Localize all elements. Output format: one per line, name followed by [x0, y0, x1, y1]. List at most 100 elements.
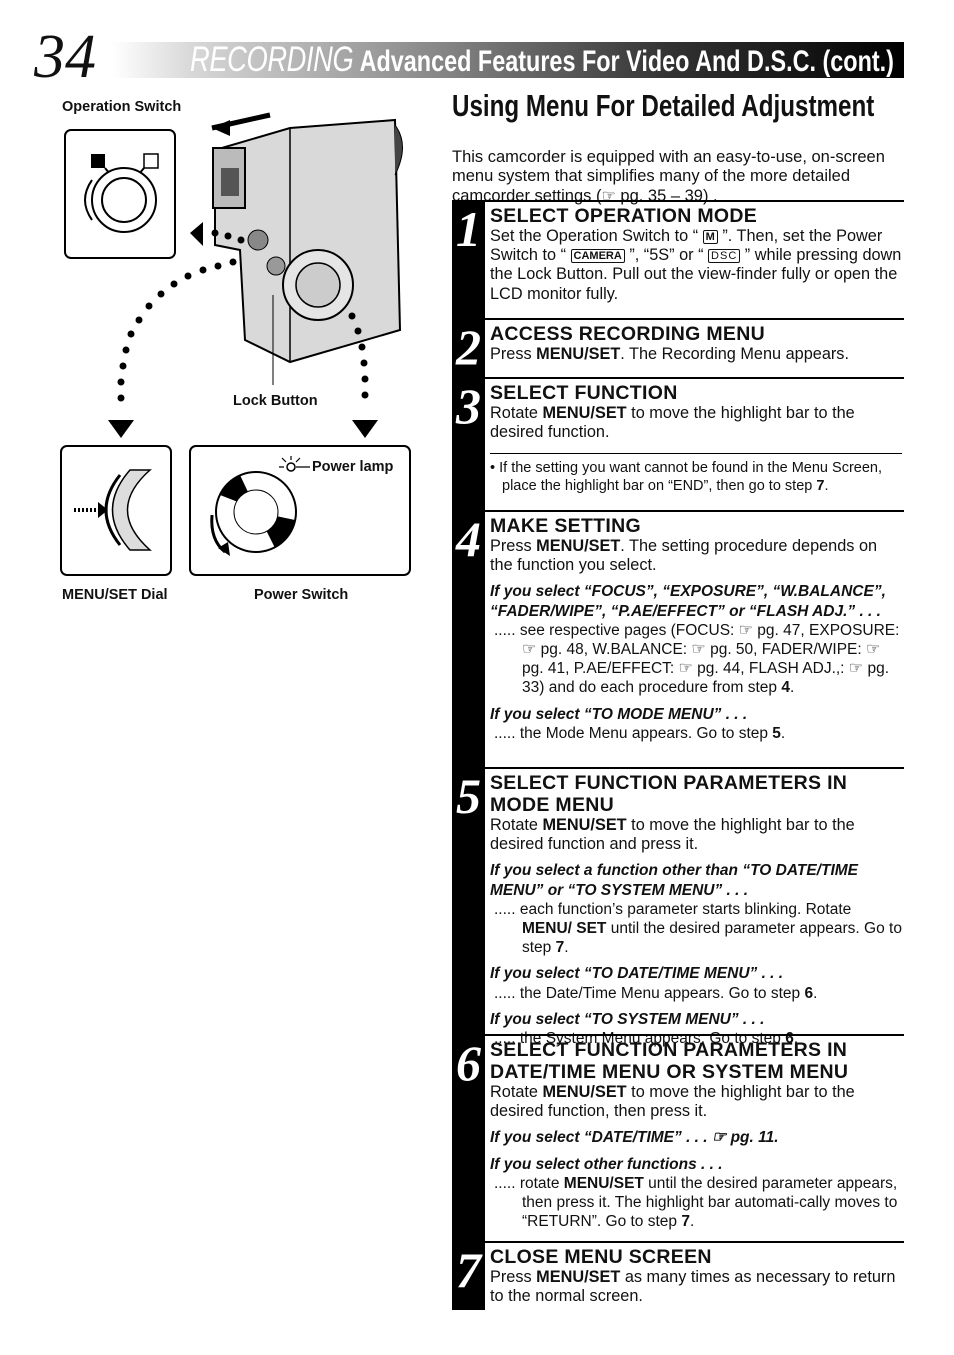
bold-text: MENU/SET	[536, 537, 621, 555]
operation-switch-label: Operation Switch	[62, 99, 182, 115]
note: • If the setting you want cannot be foun…	[490, 453, 902, 495]
step-divider	[485, 510, 904, 512]
text-segment: ..... rotate	[494, 1174, 564, 1192]
step-number: 2	[456, 319, 481, 375]
step-divider	[485, 318, 904, 320]
text-segment: ..... the Mode Menu appears. Go to step	[494, 724, 773, 742]
step-divider	[485, 767, 904, 769]
condition-heading: If you select “TO DATE/TIME MENU” . . .	[490, 964, 902, 983]
step-body: Set the Operation Switch to “ M ”. Then,…	[490, 227, 902, 304]
hand-pointer-icon: ☞	[848, 660, 864, 678]
bold-text: MENU/SET	[542, 1083, 627, 1101]
text-segment: pg. 50, FADER/WIPE:	[705, 641, 866, 659]
text-segment: If you select “TO MODE MENU” . . .	[490, 705, 748, 723]
text-segment: If you select “DATE/TIME” . . .	[490, 1129, 712, 1147]
bold-text: 5	[772, 724, 781, 742]
text-segment: Set the Operation Switch to “	[490, 227, 703, 245]
section-title: Using Menu For Detailed Adjustment	[452, 88, 875, 123]
hand-pointer-icon: ☞	[711, 1129, 727, 1147]
intro-paragraph: This camcorder is equipped with an easy-…	[452, 148, 892, 207]
condition-heading: If you select other functions . . .	[490, 1155, 902, 1174]
step-divider	[485, 377, 904, 379]
hand-pointer-icon: ☞	[866, 641, 881, 659]
text-segment: If you select “TO SYSTEM MENU” . . .	[490, 1010, 765, 1028]
menu-set-dial-label: MENU/SET Dial	[62, 587, 168, 603]
hand-pointer-icon: ☞	[691, 641, 706, 659]
hand-pointer-icon: ☞	[522, 641, 537, 659]
text-segment: .	[564, 939, 569, 957]
text-segment: .	[689, 1213, 695, 1231]
lock-button-label: Lock Button	[233, 393, 318, 409]
dsc-mode-icon: DSC	[708, 249, 741, 264]
step-heading: ACCESS RECORDING MENU	[490, 323, 765, 345]
text-segment: Rotate	[490, 404, 543, 422]
step-content: MAKE SETTING Press MENU/SET. The setting …	[490, 515, 902, 743]
text-segment: ..... the Date/Time Menu appears. Go to …	[494, 984, 805, 1002]
bold-text: MENU/SET	[542, 816, 627, 834]
step-body: Rotate MENU/SET to move the highlight ba…	[490, 816, 902, 854]
condition-heading: If you select “TO MODE MENU” . . .	[490, 705, 902, 724]
bold-text: MENU/ SET	[522, 920, 607, 938]
text-segment: Press	[490, 345, 537, 363]
condition-result: ..... rotate MENU/SET until the desired …	[490, 1174, 902, 1232]
step-heading: SELECT FUNCTION PARAMETERS IN MODE MENU	[490, 772, 848, 816]
hand-pointer-icon: ☞	[738, 621, 753, 639]
text-segment: pg. 11.	[726, 1129, 779, 1147]
step-body: Press MENU/SET. The Recording Menu appea…	[490, 345, 902, 364]
step-number: 3	[456, 378, 481, 434]
text-segment: If you select a function other than “TO …	[490, 862, 859, 899]
text-segment: If you select other functions . . .	[490, 1155, 723, 1173]
hand-pointer-icon: ☞	[678, 660, 693, 678]
step-divider	[485, 200, 904, 202]
text-segment: pg. 44, FLASH ADJ.,:	[692, 660, 849, 678]
bold-text: MENU/SET	[536, 1268, 621, 1286]
condition-heading: If you select “FOCUS”, “EXPOSURE”, “W.BA…	[490, 582, 902, 620]
step-content: SELECT FUNCTION PARAMETERS IN MODE MENU R…	[490, 772, 902, 1048]
condition-result: ..... each function’s parameter starts b…	[490, 900, 902, 958]
text-segment: pg. 48, W.BALANCE:	[536, 641, 692, 659]
step-content: ACCESS RECORDING MENU Press MENU/SET. The…	[490, 323, 902, 364]
text-segment: Rotate	[490, 1083, 543, 1101]
step-divider	[485, 1034, 904, 1036]
condition-heading: If you select a function other than “TO …	[490, 861, 902, 899]
step-body: Rotate MENU/SET to move the highlight ba…	[490, 404, 902, 442]
power-lamp-label: Power lamp	[312, 459, 394, 475]
camera-mode-icon: CAMERA	[570, 249, 625, 264]
text-segment: .	[824, 478, 829, 495]
step-number: 1	[456, 201, 481, 257]
step-number: 7	[456, 1242, 481, 1298]
text-segment: If you select “FOCUS”, “EXPOSURE”, “W.BA…	[490, 583, 886, 620]
step-content: SELECT FUNCTION PARAMETERS IN DATE/TIME …	[490, 1039, 902, 1231]
step-body: Press MENU/SET. The setting procedure de…	[490, 537, 902, 575]
bold-text: 4	[781, 679, 790, 697]
camcorder-drawing	[211, 112, 403, 385]
step-content: SELECT FUNCTION Rotate MENU/SET to move t…	[490, 382, 902, 495]
text-segment: .	[813, 984, 818, 1002]
text-segment: .	[789, 679, 795, 697]
step-body: Rotate MENU/SET to move the highlight ba…	[490, 1083, 902, 1121]
step-number: 5	[456, 768, 481, 824]
condition-result: ..... the Date/Time Menu appears. Go to …	[490, 984, 902, 1003]
step-heading: SELECT FUNCTION	[490, 382, 678, 404]
step-number: 6	[456, 1035, 481, 1091]
bold-text: 7	[555, 939, 565, 957]
text-segment: pg. 41, P.AE/EFFECT:	[522, 660, 679, 678]
manual-mode-icon: M	[702, 230, 718, 244]
step-divider	[485, 1241, 904, 1243]
text-segment: Rotate	[490, 816, 543, 834]
condition-result: ..... see respective pages (FOCUS: ☞ pg.…	[490, 621, 902, 698]
bold-text: MENU/SET	[536, 345, 621, 363]
condition-result: ..... the Mode Menu appears. Go to step …	[490, 724, 902, 743]
bold-text: MENU/SET	[542, 404, 627, 422]
text-segment: Press	[490, 537, 537, 555]
step-heading: MAKE SETTING	[490, 515, 641, 537]
condition-heading: If you select “TO SYSTEM MENU” . . .	[490, 1010, 902, 1029]
condition-heading: If you select “DATE/TIME” . . . ☞ pg. 11…	[490, 1128, 902, 1147]
step-heading: SELECT OPERATION MODE	[490, 205, 758, 227]
step-number: 4	[456, 511, 481, 567]
camcorder-illustration	[60, 112, 411, 576]
text-segment: pg. 47, EXPOSURE:	[753, 621, 900, 639]
text-segment: ”, “5S” or “	[624, 246, 709, 265]
power-switch-label: Power Switch	[254, 587, 349, 603]
text-segment: ..... see respective pages (FOCUS:	[494, 621, 739, 639]
